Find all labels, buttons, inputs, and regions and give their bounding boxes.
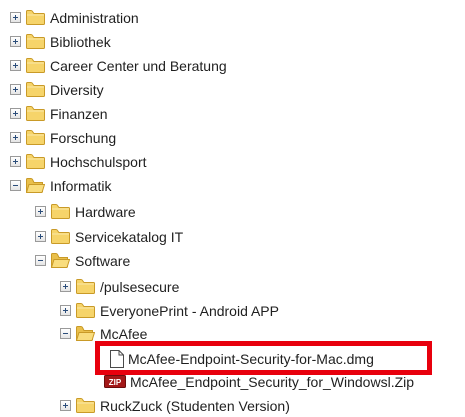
tree-item-administration[interactable]: Administration (10, 6, 139, 29)
folder-icon (26, 106, 45, 121)
tree-item-pulsesecure[interactable]: /pulsesecure (60, 275, 179, 298)
tree-item-servicekatalog[interactable]: Servicekatalog IT (35, 225, 183, 248)
folder-icon (26, 34, 45, 49)
expand-icon[interactable] (10, 12, 21, 23)
folder-open-icon (26, 178, 45, 193)
tree-item-label: Servicekatalog IT (75, 228, 184, 245)
tree-item-bibliothek[interactable]: Bibliothek (10, 30, 111, 53)
folder-icon (26, 58, 45, 73)
tree-item-label: Hochschulsport (50, 153, 147, 170)
tree-item-label: McAfee_Endpoint_Security_for_Windowsl.Zi… (130, 373, 415, 390)
tree-item-label: Career Center und Beratung (50, 57, 227, 74)
expand-icon[interactable] (60, 400, 71, 411)
tree-item-label: Informatik (50, 177, 112, 194)
folder-icon (26, 82, 45, 97)
folder-icon (51, 229, 70, 244)
expand-icon[interactable] (60, 281, 71, 292)
highlight-box (95, 341, 432, 375)
zip-archive-icon: ZIP (104, 375, 126, 388)
folder-icon (26, 130, 45, 145)
folder-icon (26, 10, 45, 25)
tree-item-label: Software (75, 252, 131, 269)
tree-item-label: RuckZuck (Studenten Version) (100, 397, 290, 414)
expand-icon[interactable] (35, 206, 46, 217)
folder-icon (76, 303, 95, 318)
folder-open-icon (51, 253, 70, 268)
expand-icon[interactable] (10, 156, 21, 167)
tree-item-forschung[interactable]: Forschung (10, 126, 116, 149)
expand-icon[interactable] (10, 108, 21, 119)
tree-item-label: Finanzen (50, 105, 108, 122)
folder-icon (51, 204, 70, 219)
tree-item-finanzen[interactable]: Finanzen (10, 102, 108, 125)
tree-item-label: /pulsesecure (100, 278, 180, 295)
expand-icon[interactable] (35, 231, 46, 242)
expand-icon[interactable] (10, 132, 21, 143)
tree-item-label: Hardware (75, 203, 136, 220)
tree-item-label: Administration (50, 9, 139, 26)
expand-icon[interactable] (10, 60, 21, 71)
folder-icon (76, 398, 95, 413)
svg-text:ZIP: ZIP (109, 378, 122, 387)
tree-item-hochschulsport[interactable]: Hochschulsport (10, 150, 147, 173)
tree-item-label: Forschung (50, 129, 117, 146)
tree-item-software[interactable]: Software (35, 249, 130, 272)
folder-icon (26, 154, 45, 169)
tree-item-diversity[interactable]: Diversity (10, 78, 104, 101)
folder-icon (76, 279, 95, 294)
folder-open-icon (76, 326, 95, 341)
tree-item-everyoneprint[interactable]: EveryonePrint - Android APP (60, 299, 279, 322)
tree-item-label: Bibliothek (50, 33, 111, 50)
collapse-icon[interactable] (35, 255, 46, 266)
expand-icon[interactable] (10, 36, 21, 47)
collapse-icon[interactable] (10, 180, 21, 191)
collapse-icon[interactable] (60, 328, 71, 339)
expand-icon[interactable] (60, 305, 71, 316)
tree-item-label: EveryonePrint - Android APP (100, 302, 279, 319)
tree-item-hardware[interactable]: Hardware (35, 200, 136, 223)
tree-item-label: Diversity (50, 81, 104, 98)
expand-icon[interactable] (10, 84, 21, 95)
tree-item-informatik[interactable]: Informatik (10, 174, 111, 197)
tree-item-label: McAfee (100, 325, 148, 342)
tree-item-career-center[interactable]: Career Center und Beratung (10, 54, 227, 77)
